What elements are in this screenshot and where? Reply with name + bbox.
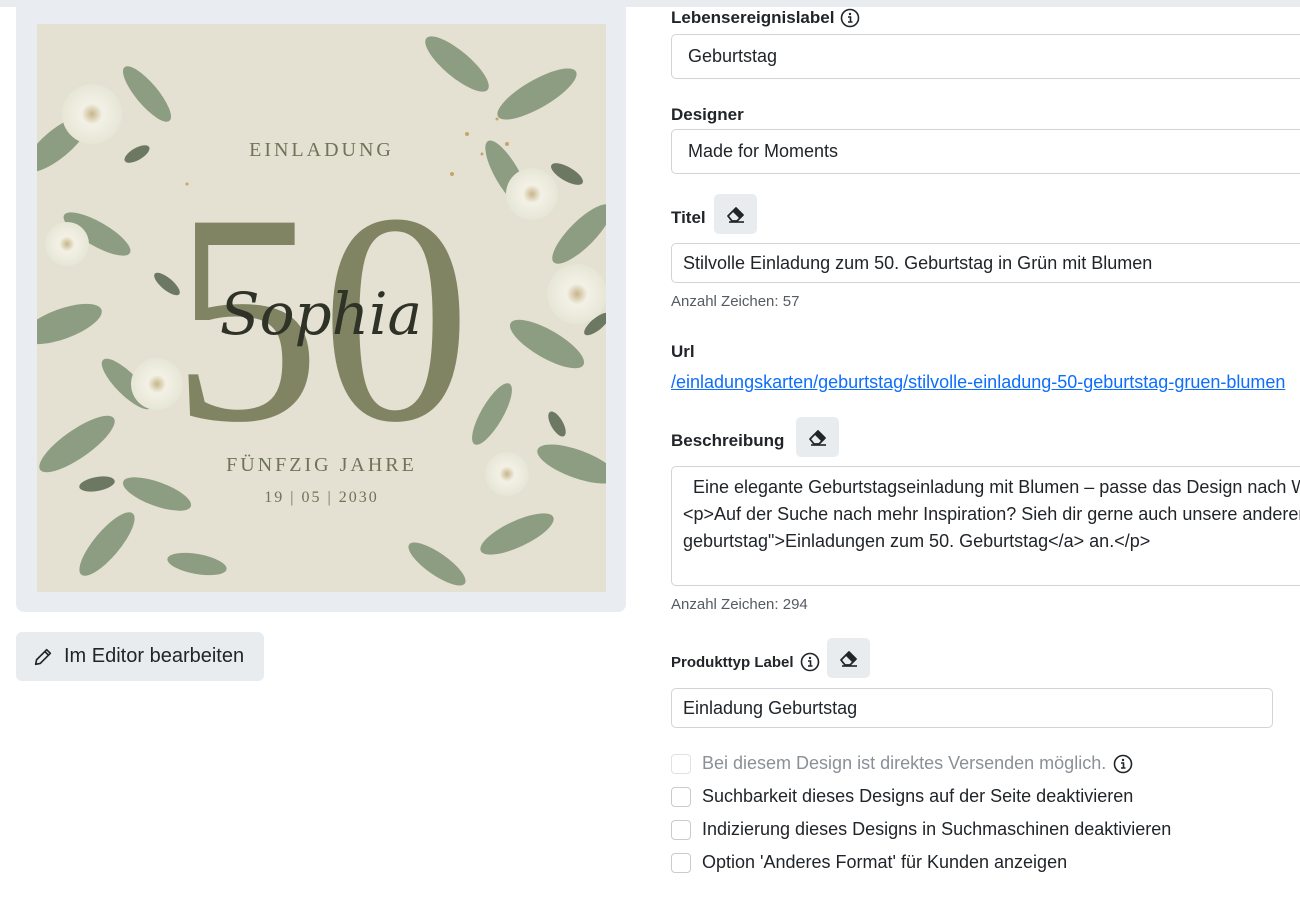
pencil-icon (34, 648, 52, 665)
disable-search-checkbox-row[interactable]: Suchbarkeit dieses Designs auf der Seite… (671, 786, 1133, 807)
url-label: Url (671, 342, 695, 361)
description-textarea[interactable]: Eine elegante Geburtstagseinladung mit B… (671, 466, 1300, 586)
life-event-select[interactable]: Geburtstag (671, 34, 1300, 79)
info-icon[interactable] (1113, 754, 1133, 774)
design-preview-image: 50 Sophia EINLADUNG FÜNFZIG JAHRE 19 | 0… (37, 24, 606, 592)
title-input[interactable]: Stilvolle Einladung zum 50. Geburtstag i… (671, 243, 1300, 283)
url-link[interactable]: /einladungskarten/geburtstag/stilvolle-e… (671, 372, 1285, 393)
eraser-icon (839, 651, 857, 667)
disable-indexing-checkbox[interactable] (671, 819, 691, 840)
title-label: Titel (671, 208, 706, 227)
description-char-count: Anzahl Zeichen: 294 (671, 596, 808, 613)
info-icon[interactable] (800, 652, 820, 672)
description-label: Beschreibung (671, 431, 785, 450)
card-heading: EINLADUNG (249, 139, 394, 161)
direct-send-checkbox (671, 753, 691, 774)
disable-indexing-checkbox-row[interactable]: Indizierung dieses Designs in Suchmaschi… (671, 819, 1171, 840)
eraser-icon (808, 430, 826, 446)
clear-product-type-button[interactable] (827, 638, 870, 678)
info-icon[interactable] (840, 8, 860, 28)
eraser-icon (726, 207, 744, 223)
product-type-label: Produkttyp Label (671, 652, 820, 672)
other-format-checkbox[interactable] (671, 852, 691, 873)
direct-send-checkbox-row: Bei diesem Design ist direktes Versenden… (671, 753, 1133, 774)
other-format-checkbox-row[interactable]: Option 'Anderes Format' für Kunden anzei… (671, 852, 1067, 873)
clear-title-button[interactable] (714, 194, 757, 234)
disable-search-checkbox[interactable] (671, 786, 691, 807)
designer-select[interactable]: Made for Moments (671, 129, 1300, 174)
card-name: Sophia (220, 280, 422, 348)
card-date: 19 | 05 | 2030 (264, 489, 379, 506)
edit-button-label: Im Editor bearbeiten (64, 645, 245, 667)
life-event-label: Lebensereignislabel (671, 8, 860, 28)
card-subheading: FÜNFZIG JAHRE (226, 454, 417, 476)
clear-description-button[interactable] (796, 417, 839, 457)
designer-label: Designer (671, 105, 744, 124)
edit-in-editor-button[interactable]: Im Editor bearbeiten (16, 632, 264, 681)
title-char-count: Anzahl Zeichen: 57 (671, 293, 800, 310)
product-type-input[interactable]: Einladung Geburtstag (671, 688, 1273, 728)
